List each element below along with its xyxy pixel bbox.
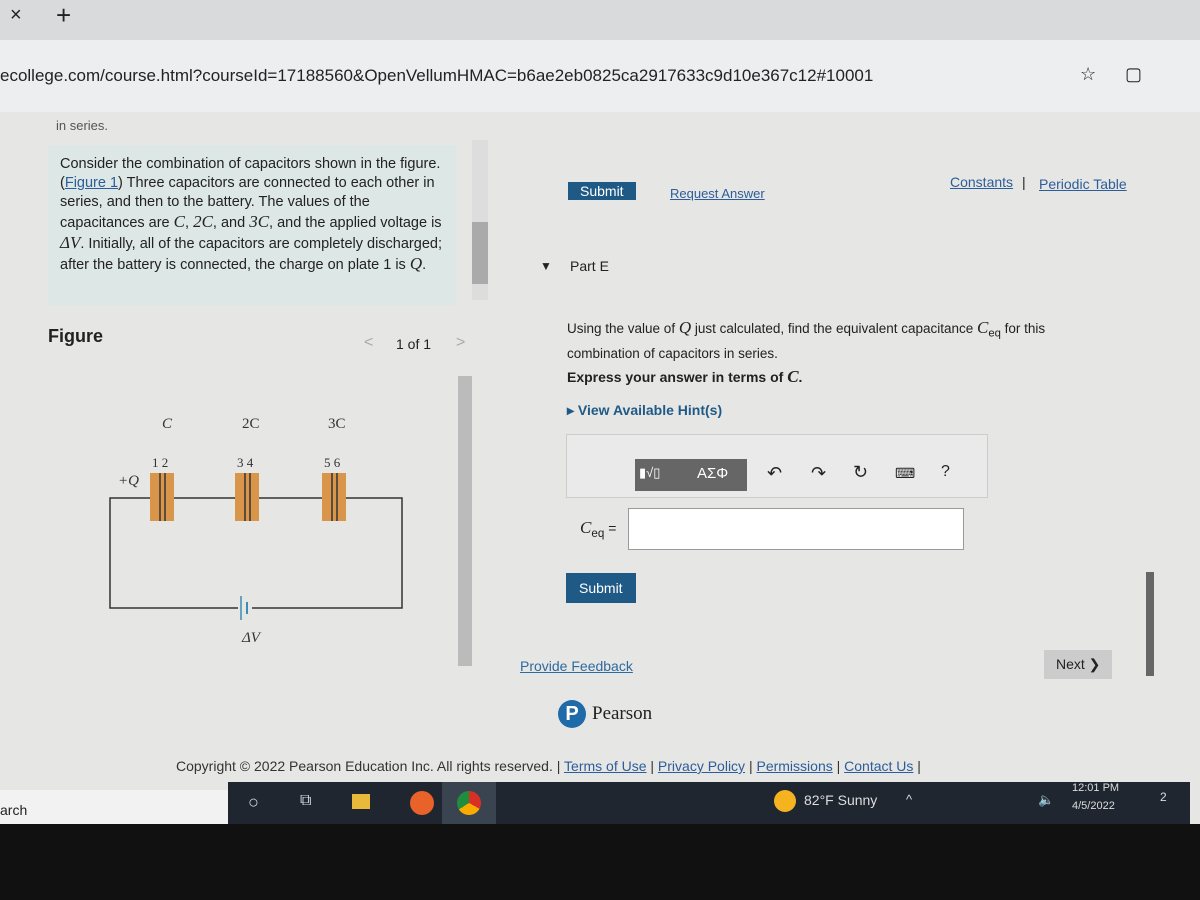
url-field[interactable]: ecollege.com/course.html?courseId=171885…	[0, 66, 873, 86]
question-text: Using the value of Q just calculated, fi…	[567, 318, 1087, 364]
math: C	[977, 318, 989, 337]
part-title: Part E	[570, 258, 609, 274]
text: .	[422, 257, 427, 273]
equation-editor: ▮√▯ ΑΣΦ ↶ ↷ ↻ ⌨ ?	[566, 434, 988, 498]
periodic-table-link[interactable]: Periodic Table	[1039, 176, 1127, 192]
text: , and	[212, 215, 250, 231]
file-explorer-icon[interactable]	[352, 794, 370, 809]
volume-icon[interactable]: 🔈	[1038, 792, 1054, 808]
request-answer-link[interactable]: Request Answer	[670, 186, 765, 201]
circuit-diagram: C 2C 3C 1 2 3 4 5 6 +Q ΔV	[109, 416, 403, 646]
figure-title: Figure	[48, 326, 104, 346]
text: , and the applied voltage is	[269, 215, 442, 231]
tray-chevron-icon[interactable]: ^	[906, 792, 912, 807]
undo-icon[interactable]: ↶	[767, 463, 782, 484]
brand-name: Pearson	[592, 703, 653, 724]
text: ,	[185, 215, 194, 231]
text: Using the value of	[567, 321, 679, 336]
figure-link[interactable]: Figure 1	[65, 175, 118, 191]
weather-icon	[774, 790, 796, 812]
pearson-logo: P Pearson	[558, 700, 652, 728]
express-instruction: Express your answer in terms of C.	[567, 367, 803, 386]
search-box[interactable]: arch	[0, 790, 228, 826]
monitor-bezel	[0, 824, 1200, 900]
scrollbar[interactable]	[472, 140, 488, 300]
answer-label: Ceq =	[580, 518, 616, 540]
help-button[interactable]: ?	[941, 463, 950, 481]
new-tab-button[interactable]: +	[56, 0, 71, 31]
figure-pager: 1 of 1	[396, 336, 432, 352]
submit-button-top[interactable]: Submit	[568, 182, 636, 200]
pearson-p-icon: P	[558, 700, 586, 728]
redo-icon[interactable]: ↷	[811, 463, 826, 484]
plates-1-2: 1 2	[152, 455, 168, 470]
weather-text[interactable]: 82°F Sunny	[804, 792, 877, 808]
math: C	[173, 212, 185, 231]
problem-statement: Consider the combination of capacitors s…	[48, 145, 456, 305]
plates-5-6: 5 6	[324, 455, 341, 470]
constants-link[interactable]: Constants	[950, 174, 1013, 190]
text: just calculated, find the equivalent cap…	[691, 321, 978, 336]
answer-input[interactable]	[628, 508, 964, 550]
math: Q	[409, 254, 423, 273]
cut-text: in series.	[56, 118, 109, 133]
plates-3-4: 3 4	[237, 455, 254, 470]
chrome-icon	[457, 791, 481, 815]
submit-button[interactable]: Submit	[566, 573, 636, 603]
star-icon[interactable]: ☆	[1080, 64, 1096, 85]
clock-date[interactable]: 4/5/2022	[1072, 800, 1115, 812]
label-delta-v: ΔV	[241, 630, 262, 646]
label-plus-q: +Q	[118, 473, 139, 489]
extension-icon[interactable]: ▢	[1125, 64, 1142, 85]
footer: Copyright © 2022 Pearson Education Inc. …	[176, 758, 921, 774]
notifications-icon[interactable]: 2	[1160, 790, 1167, 804]
provide-feedback-link[interactable]: Provide Feedback	[520, 658, 633, 674]
math: C	[787, 367, 799, 386]
privacy-link[interactable]: Privacy Policy	[658, 758, 745, 774]
math: Q	[678, 318, 692, 337]
capacitor-plates	[150, 473, 346, 521]
page-scrollbar[interactable]	[1146, 572, 1154, 676]
tab-bar: × +	[0, 0, 1200, 40]
equals: =	[608, 520, 617, 536]
firefox-icon[interactable]	[410, 791, 434, 815]
keyboard-icon[interactable]: ⌨	[895, 465, 915, 482]
math: eq	[591, 526, 605, 540]
math: 2C	[193, 212, 213, 231]
math: eq	[988, 327, 1001, 340]
label-2c: 2C	[242, 416, 260, 432]
math: C	[580, 518, 592, 537]
figure-scrollbar[interactable]	[458, 376, 472, 666]
next-button[interactable]: Next ❯	[1044, 650, 1113, 679]
reset-icon[interactable]: ↻	[853, 462, 868, 483]
copyright: Copyright © 2022 Pearson Education Inc. …	[176, 758, 553, 774]
hints-label: View Available Hint(s)	[577, 402, 723, 418]
templates-button[interactable]: ▮√▯	[635, 459, 691, 491]
task-view-icon[interactable]: ⧉	[300, 792, 311, 810]
taskbar: ○ ⧉ 82°F Sunny ^ 🔈 12:01 PM 4/5/2022 2	[228, 782, 1190, 824]
text: . Initially, all of the capacitors are c…	[60, 236, 442, 273]
cortana-icon[interactable]: ○	[248, 792, 259, 813]
address-bar: ecollege.com/course.html?courseId=171885…	[0, 40, 1200, 112]
greek-button[interactable]: ΑΣΦ	[691, 459, 747, 491]
close-tab-icon[interactable]: ×	[10, 4, 22, 27]
permissions-link[interactable]: Permissions	[756, 758, 832, 774]
separator: |	[1022, 174, 1026, 190]
contact-link[interactable]: Contact Us	[844, 758, 913, 774]
label-c: C	[162, 416, 173, 432]
prev-figure-button[interactable]: <	[364, 334, 373, 352]
text: Express your answer in terms of	[567, 369, 788, 385]
chrome-active[interactable]	[442, 782, 496, 824]
label-3c: 3C	[328, 416, 346, 432]
hints-toggle[interactable]: ▸ View Available Hint(s)	[567, 402, 722, 419]
terms-link[interactable]: Terms of Use	[564, 758, 646, 774]
next-figure-button[interactable]: >	[456, 334, 465, 352]
collapse-icon[interactable]: ▼	[540, 259, 552, 273]
clock-time[interactable]: 12:01 PM	[1072, 782, 1119, 794]
math: 3C	[249, 212, 270, 231]
math: ΔV	[60, 233, 81, 252]
